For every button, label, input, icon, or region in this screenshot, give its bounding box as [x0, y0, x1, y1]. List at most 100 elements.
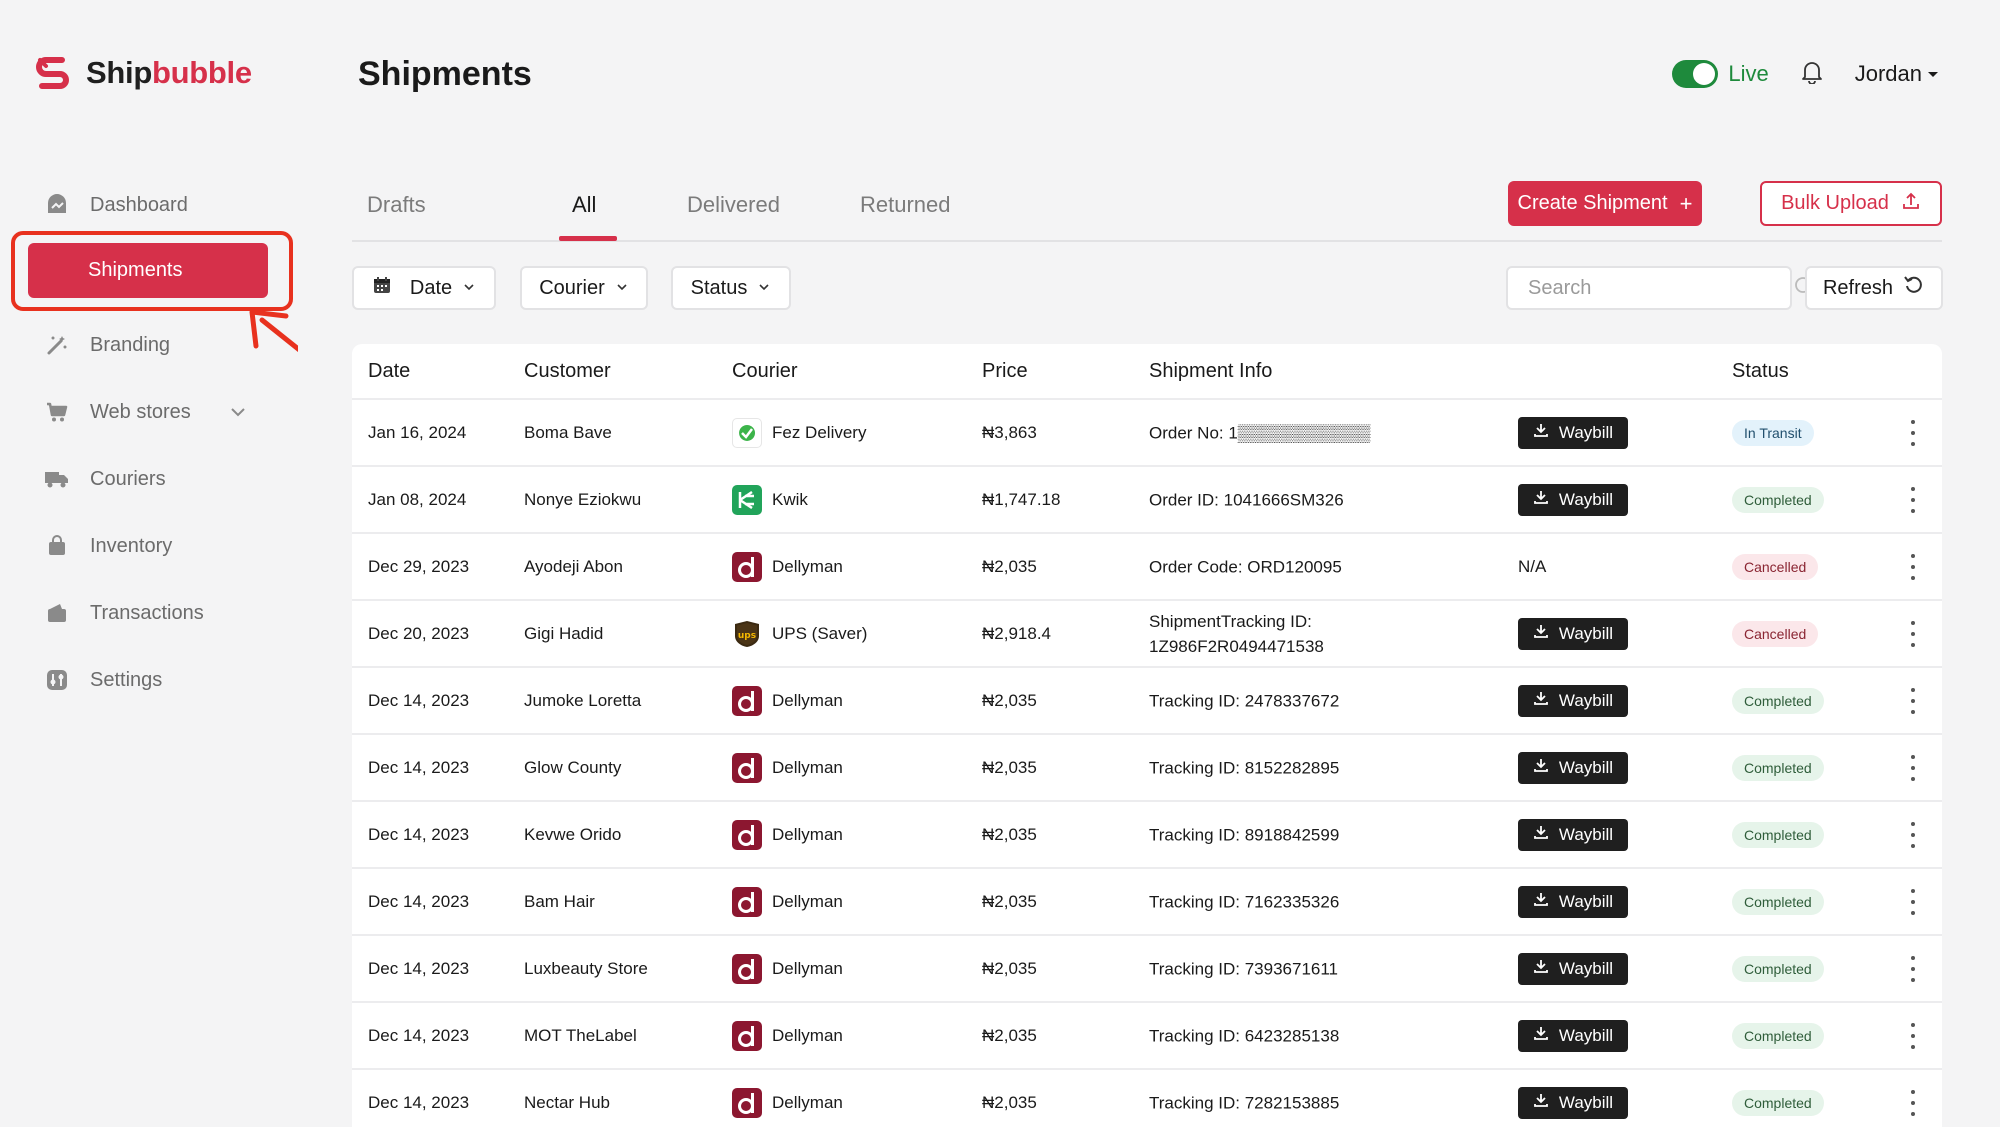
- waybill-button[interactable]: Waybill: [1518, 483, 1628, 516]
- table-row[interactable]: Dec 14, 2023 MOT TheLabel Dellyman ₦2,035 Tr…: [352, 1003, 1942, 1070]
- upload-icon: [1901, 191, 1921, 217]
- table-row[interactable]: Jan 08, 2024 Nonye Eziokwu Kwik ₦1,747.18 Or…: [352, 467, 1942, 534]
- courier-logo-icon: ups: [732, 618, 762, 649]
- row-courier: Fez Delivery: [732, 417, 866, 448]
- sidebar-item-couriers[interactable]: Couriers: [28, 451, 268, 507]
- column-header-customer[interactable]: Customer: [524, 360, 611, 383]
- row-date: Dec 14, 2023: [368, 757, 470, 777]
- sidebar-item-settings[interactable]: Settings: [28, 652, 268, 708]
- download-icon: [1533, 891, 1549, 912]
- shipment-info: Tracking ID: 6423285138: [1149, 1026, 1340, 1045]
- svg-text:ups: ups: [738, 631, 756, 641]
- sidebar-item-inventory[interactable]: Inventory: [28, 518, 268, 574]
- waybill-button[interactable]: Waybill: [1518, 885, 1628, 918]
- row-price: ₦2,035: [982, 690, 1037, 710]
- tab-drafts[interactable]: Drafts: [367, 192, 426, 218]
- live-toggle[interactable]: [1672, 59, 1719, 88]
- plus-icon: +: [1679, 190, 1693, 216]
- table-row[interactable]: Dec 29, 2023 Ayodeji Abon Dellyman ₦2,035 Or…: [352, 534, 1942, 601]
- sidebar-item-dashboard[interactable]: Dashboard: [28, 177, 268, 233]
- row-price: ₦3,863: [982, 422, 1037, 442]
- row-courier: ups UPS (Saver): [732, 618, 867, 649]
- caret-down-icon: [1926, 61, 1940, 87]
- row-courier: Kwik: [732, 484, 808, 515]
- sidebar-item-label: Inventory: [90, 534, 173, 557]
- column-header-price[interactable]: Price: [982, 360, 1028, 383]
- courier-name: Dellyman: [772, 1025, 843, 1045]
- more-options-icon[interactable]: [1910, 821, 1916, 848]
- bulk-upload-button[interactable]: Bulk Upload: [1760, 181, 1942, 226]
- sidebar-item-web-stores[interactable]: Web stores: [28, 384, 268, 440]
- date-filter[interactable]: Date: [352, 266, 496, 310]
- more-options-icon[interactable]: [1910, 419, 1916, 446]
- waybill-label: Waybill: [1558, 422, 1614, 442]
- table-row[interactable]: Dec 14, 2023 Kevwe Orido Dellyman ₦2,035 Tra…: [352, 802, 1942, 869]
- waybill-button[interactable]: Waybill: [1518, 818, 1628, 851]
- courier-filter[interactable]: Courier: [520, 266, 648, 310]
- more-options-icon[interactable]: [1910, 888, 1916, 915]
- tab-delivered[interactable]: Delivered: [687, 192, 780, 218]
- refresh-button[interactable]: Refresh: [1805, 266, 1943, 310]
- table-row[interactable]: Dec 20, 2023 Gigi Hadid ups UPS (Saver) ₦2,9…: [352, 601, 1942, 668]
- courier-name: Kwik: [772, 489, 808, 509]
- table-row[interactable]: Dec 14, 2023 Nectar Hub Dellyman ₦2,035 Trac…: [352, 1070, 1942, 1127]
- download-icon: [1533, 1025, 1549, 1046]
- tab-returned[interactable]: Returned: [860, 192, 951, 218]
- row-price: ₦2,035: [982, 891, 1037, 911]
- row-courier: Dellyman: [732, 819, 843, 850]
- more-options-icon[interactable]: [1910, 1022, 1916, 1049]
- courier-logo-icon: [732, 1020, 762, 1051]
- more-options-icon[interactable]: [1910, 754, 1916, 781]
- sidebar-item-branding[interactable]: Branding: [28, 317, 268, 373]
- download-icon: [1533, 757, 1549, 778]
- courier-logo-icon: [732, 484, 762, 515]
- waybill-button[interactable]: Waybill: [1518, 416, 1628, 449]
- waybill-button[interactable]: Waybill: [1518, 684, 1628, 717]
- more-options-icon[interactable]: [1910, 620, 1916, 647]
- brand-logo[interactable]: Shipbubble: [32, 52, 252, 94]
- waybill-button[interactable]: Waybill: [1518, 751, 1628, 784]
- column-header-shipment-info[interactable]: Shipment Info: [1149, 360, 1272, 383]
- table-row[interactable]: Dec 14, 2023 Jumoke Loretta Dellyman ₦2,035…: [352, 668, 1942, 735]
- settings-icon: [44, 667, 70, 693]
- table-row[interactable]: Dec 14, 2023 Bam Hair Dellyman ₦2,035 Tracki…: [352, 869, 1942, 936]
- shipment-info: Tracking ID: 7393671611: [1149, 959, 1339, 978]
- status-badge: Cancelled: [1732, 553, 1819, 580]
- user-menu[interactable]: Jordan: [1855, 61, 1940, 87]
- table-row[interactable]: Dec 14, 2023 Glow County Dellyman ₦2,035 Tra…: [352, 735, 1942, 802]
- courier-name: Dellyman: [772, 1092, 843, 1112]
- bell-icon[interactable]: [1799, 58, 1825, 89]
- user-name: Jordan: [1854, 60, 1922, 86]
- more-options-icon[interactable]: [1910, 955, 1916, 982]
- search-input[interactable]: [1528, 276, 1793, 300]
- status-filter[interactable]: Status: [671, 266, 791, 310]
- courier-filter-label: Courier: [539, 276, 605, 299]
- courier-logo-icon: [732, 417, 762, 448]
- waybill-label: Waybill: [1558, 690, 1614, 710]
- row-price: ₦2,035: [982, 958, 1037, 978]
- column-header-status[interactable]: Status: [1732, 360, 1789, 383]
- waybill-button[interactable]: Waybill: [1518, 1086, 1628, 1119]
- waybill-label: Waybill: [1558, 891, 1614, 911]
- more-options-icon[interactable]: [1910, 553, 1916, 580]
- table-row[interactable]: Dec 14, 2023 Luxbeauty Store Dellyman ₦2,03…: [352, 936, 1942, 1003]
- row-date: Jan 16, 2024: [368, 422, 467, 442]
- column-header-courier[interactable]: Courier: [732, 360, 798, 383]
- column-header-date[interactable]: Date: [368, 360, 410, 383]
- more-options-icon[interactable]: [1910, 486, 1916, 513]
- waybill-button[interactable]: Waybill: [1518, 1019, 1628, 1052]
- tab-all[interactable]: All: [572, 192, 596, 218]
- courier-logo-icon: [732, 551, 762, 582]
- sidebar-item-transactions[interactable]: Transactions: [28, 585, 268, 641]
- row-customer: Ayodeji Abon: [524, 556, 623, 576]
- more-options-icon[interactable]: [1910, 687, 1916, 714]
- download-icon: [1533, 690, 1549, 711]
- table-row[interactable]: Jan 16, 2024 Boma Bave Fez Delivery ₦3,863 O…: [352, 400, 1942, 467]
- waybill-button[interactable]: Waybill: [1518, 617, 1628, 650]
- chevron-down-icon[interactable]: [228, 402, 248, 428]
- more-options-icon[interactable]: [1910, 1089, 1916, 1116]
- waybill-button[interactable]: Waybill: [1518, 952, 1628, 985]
- waybill-label: Waybill: [1558, 958, 1614, 978]
- create-shipment-button[interactable]: Create Shipment +: [1508, 181, 1702, 226]
- row-courier: Dellyman: [732, 886, 843, 917]
